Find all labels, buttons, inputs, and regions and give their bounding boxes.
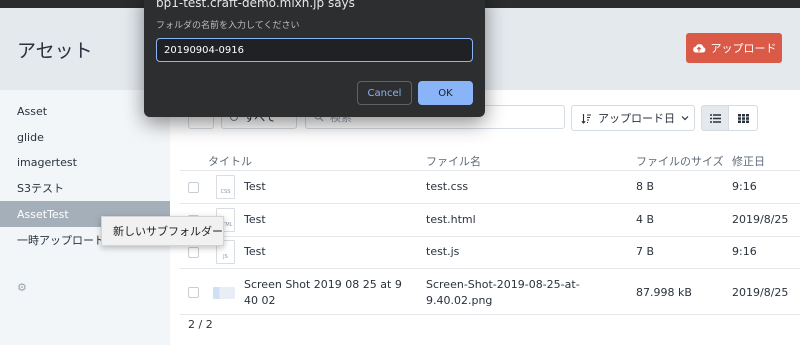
sidebar-item-label: AssetTest <box>17 207 69 221</box>
row-title[interactable]: Test <box>244 179 266 195</box>
item-count: 2 / 2 <box>188 318 213 331</box>
dialog-message: フォルダの名前を入力してください <box>156 21 300 31</box>
page-title: アセット <box>17 40 93 62</box>
column-header-size[interactable]: ファイルのサイズ <box>636 153 724 169</box>
sidebar-item-label: S3テスト <box>17 182 64 195</box>
row-filename: Screen-Shot-2019-08-25-at-9.40.02.png <box>426 278 580 307</box>
row-date: 9:16 <box>732 245 757 258</box>
row-title[interactable]: Test <box>244 244 266 260</box>
sidebar-item-label: glide <box>17 130 44 144</box>
cancel-button[interactable]: Cancel <box>357 81 412 105</box>
row-size: 7 B <box>636 245 655 258</box>
divider <box>180 170 800 171</box>
divider <box>180 314 800 315</box>
row-date: 9:16 <box>732 180 757 193</box>
divider <box>180 268 800 269</box>
row-filename: test.js <box>426 245 460 258</box>
image-thumbnail <box>213 287 235 299</box>
sidebar-item-label: Asset <box>17 104 48 118</box>
row-checkbox[interactable] <box>188 287 199 298</box>
sidebar-item-label: 一時アップロード <box>17 234 105 247</box>
gear-icon[interactable]: ⚙ <box>17 282 27 293</box>
column-header-date[interactable]: 修正日 <box>732 153 765 169</box>
grid-view-button[interactable] <box>729 105 758 131</box>
row-size: 87.998 kB <box>636 286 692 299</box>
sort-select[interactable]: アップロード日 <box>571 105 695 131</box>
chevron-down-icon <box>681 116 689 121</box>
row-title[interactable]: Screen Shot 2019 08 25 at 9 40 02 <box>244 277 414 309</box>
upload-button-label: アップロード <box>710 42 777 55</box>
file-type-label: CSS <box>220 189 231 195</box>
divider <box>180 236 800 237</box>
list-icon <box>709 113 721 123</box>
prompt-dialog: bp1-test.craft-demo.mixh.jp says フォルダの名前… <box>144 0 485 117</box>
grid-icon <box>737 113 749 123</box>
css-file-icon: CSS <box>216 175 235 199</box>
context-menu-label: 新しいサブフォルダー <box>113 225 223 238</box>
file-type-label: JS <box>223 254 228 260</box>
sidebar-item-glide[interactable]: glide <box>0 124 170 150</box>
list-view-button[interactable] <box>701 105 729 131</box>
context-menu-new-subfolder[interactable]: 新しいサブフォルダー <box>101 216 224 246</box>
row-date: 2019/8/25 <box>732 286 789 299</box>
row-date: 2019/8/25 <box>732 213 789 226</box>
row-filename: test.css <box>426 180 469 193</box>
upload-button[interactable]: アップロード <box>686 33 782 63</box>
row-size: 8 B <box>636 180 655 193</box>
column-header-title[interactable]: タイトル <box>208 153 252 169</box>
sort-label: アップロード日 <box>598 112 675 125</box>
sidebar-item-imagertest[interactable]: imagertest <box>0 149 170 175</box>
row-size: 4 B <box>636 213 655 226</box>
row-filename: test.html <box>426 213 476 226</box>
folder-name-input[interactable] <box>156 38 473 62</box>
sort-icon <box>581 113 591 124</box>
sidebar-item-s3test[interactable]: S3テスト <box>0 175 170 201</box>
column-header-filename[interactable]: ファイル名 <box>426 153 481 169</box>
sidebar-item-label: imagertest <box>17 155 77 169</box>
dialog-title: bp1-test.craft-demo.mixh.jp says <box>156 0 355 10</box>
ok-button[interactable]: OK <box>418 81 473 105</box>
row-checkbox[interactable] <box>188 182 199 193</box>
cloud-upload-icon <box>692 44 705 53</box>
divider <box>180 203 800 204</box>
row-title[interactable]: Test <box>244 212 266 228</box>
row-checkbox[interactable] <box>188 247 199 258</box>
